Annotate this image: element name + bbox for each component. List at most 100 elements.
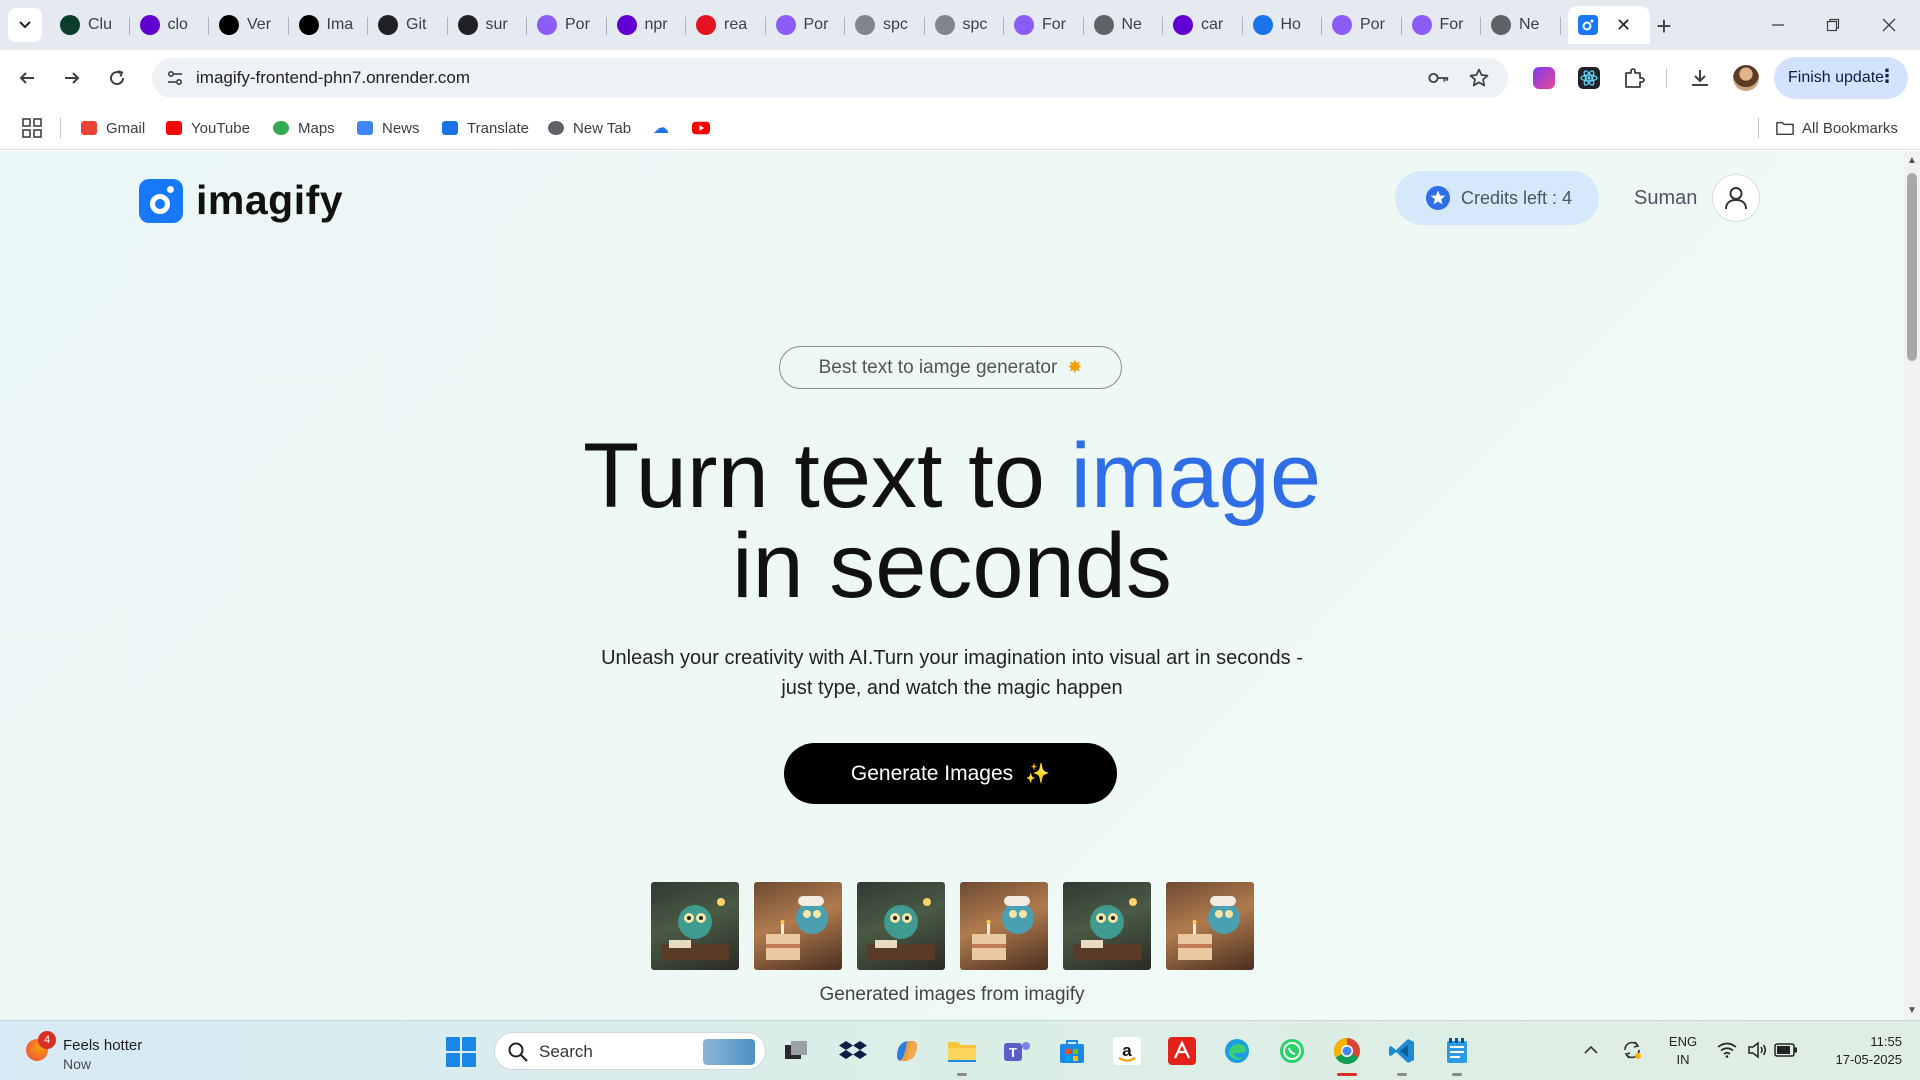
back-button[interactable] bbox=[10, 61, 44, 95]
all-bookmarks-button[interactable]: All Bookmarks bbox=[1776, 116, 1898, 140]
brand-logo[interactable]: imagify bbox=[139, 177, 343, 224]
scrollbar-thumb[interactable] bbox=[1907, 173, 1917, 361]
sample-image-monster-desk[interactable] bbox=[651, 882, 739, 970]
hero-text-line2: in seconds bbox=[732, 515, 1172, 617]
tab-ne[interactable]: Ne bbox=[1084, 6, 1164, 44]
reload-button[interactable] bbox=[100, 61, 134, 95]
tab-active[interactable]: ✕ bbox=[1568, 6, 1650, 44]
weather-widget[interactable]: 4 Feels hotter Now bbox=[26, 1029, 156, 1073]
battery-icon[interactable] bbox=[1774, 1037, 1798, 1063]
sample-image-monster-cake[interactable] bbox=[960, 882, 1048, 970]
sync-icon[interactable] bbox=[1620, 1037, 1644, 1063]
password-key-icon[interactable] bbox=[1428, 67, 1450, 89]
close-window-icon[interactable] bbox=[1874, 10, 1904, 40]
bookmarks-divider-right bbox=[1758, 118, 1759, 138]
bookmark-gmail[interactable]: Gmail bbox=[80, 116, 145, 140]
language-indicator[interactable]: ENG IN bbox=[1666, 1033, 1700, 1069]
address-bar[interactable]: imagify-frontend-phn7.onrender.com bbox=[152, 58, 1508, 98]
search-icon bbox=[508, 1042, 528, 1062]
tab-ver[interactable]: Ver bbox=[209, 6, 289, 44]
notepad-icon[interactable] bbox=[1439, 1033, 1475, 1076]
vscode-icon[interactable] bbox=[1384, 1033, 1420, 1076]
tab-search-button[interactable] bbox=[8, 8, 42, 42]
tab-spc[interactable]: spc bbox=[925, 6, 1005, 44]
taskbar-search[interactable]: Search bbox=[494, 1032, 766, 1070]
system-clock[interactable]: 11:55 17-05-2025 bbox=[1812, 1033, 1903, 1069]
chrome-icon[interactable] bbox=[1329, 1033, 1365, 1076]
show-hidden-icons-chevron-icon[interactable] bbox=[1580, 1037, 1602, 1063]
bookmark-maps[interactable]: Maps bbox=[272, 116, 335, 140]
tab-rea[interactable]: rea bbox=[686, 6, 766, 44]
url-text[interactable]: imagify-frontend-phn7.onrender.com bbox=[196, 68, 470, 88]
generate-images-button[interactable]: Generate Images ✨ bbox=[784, 743, 1117, 804]
bookmark-star-icon[interactable] bbox=[1468, 67, 1490, 89]
tab-for[interactable]: For bbox=[1004, 6, 1084, 44]
extensions-puzzle-icon[interactable] bbox=[1617, 61, 1651, 95]
bookmark-news[interactable]: News bbox=[356, 116, 420, 140]
tab-npr[interactable]: npr bbox=[607, 6, 687, 44]
tab-ima[interactable]: Ima bbox=[289, 6, 369, 44]
tab-clo[interactable]: clo bbox=[130, 6, 210, 44]
tab-clu[interactable]: Clu bbox=[50, 6, 130, 44]
yahoo-icon bbox=[139, 15, 160, 35]
tab-spc[interactable]: spc bbox=[845, 6, 925, 44]
search-highlight-art bbox=[703, 1039, 755, 1065]
edge-icon[interactable] bbox=[1219, 1033, 1255, 1069]
credits-button[interactable]: Credits left : 4 bbox=[1395, 171, 1599, 225]
tab-strip: Clu clo Ver Ima Git sur Por npr rea Por spc spc For N… bbox=[0, 0, 1920, 50]
tab-label: spc bbox=[883, 16, 908, 33]
windows-start-icon[interactable] bbox=[446, 1037, 476, 1067]
whatsapp-icon[interactable] bbox=[1274, 1033, 1310, 1069]
react-devtools-icon[interactable] bbox=[1572, 61, 1606, 95]
finish-update-button[interactable]: Finish update ⋮ bbox=[1774, 57, 1908, 99]
minimize-icon[interactable] bbox=[1763, 10, 1793, 40]
bookmark-extra-2[interactable] bbox=[692, 116, 718, 140]
page-scrollbar[interactable]: ▲ ▼ bbox=[1904, 151, 1920, 1020]
volume-icon[interactable] bbox=[1746, 1037, 1768, 1063]
tab-for[interactable]: For bbox=[1402, 6, 1482, 44]
tab-sur[interactable]: sur bbox=[448, 6, 528, 44]
forward-button[interactable] bbox=[55, 61, 89, 95]
sample-image-monster-cake[interactable] bbox=[754, 882, 842, 970]
copilot-icon[interactable] bbox=[889, 1033, 925, 1069]
tab-car[interactable]: car bbox=[1163, 6, 1243, 44]
tab-git[interactable]: Git bbox=[368, 6, 448, 44]
tab-por[interactable]: Por bbox=[766, 6, 846, 44]
microsoft-store-icon[interactable] bbox=[1054, 1033, 1090, 1069]
file-explorer-icon[interactable] bbox=[944, 1033, 980, 1076]
tab-por[interactable]: Por bbox=[527, 6, 607, 44]
site-info-icon[interactable] bbox=[164, 67, 186, 89]
tab-ne[interactable]: Ne bbox=[1481, 6, 1561, 44]
close-tab-icon[interactable]: ✕ bbox=[1616, 15, 1631, 36]
bookmark-youtube[interactable]: YouTube bbox=[165, 116, 250, 140]
tab-label: Por bbox=[1360, 16, 1385, 33]
clock-date: 17-05-2025 bbox=[1835, 1052, 1903, 1067]
bookmark-extra-1[interactable]: ☁ bbox=[652, 116, 678, 140]
windows-taskbar: 4 Feels hotter Now Search T a ENG IN 11:… bbox=[0, 1020, 1920, 1080]
tab-label: clo bbox=[167, 16, 188, 33]
wifi-icon[interactable] bbox=[1716, 1037, 1738, 1063]
scroll-up-icon[interactable]: ▲ bbox=[1907, 155, 1917, 166]
sample-image-monster-desk[interactable] bbox=[1063, 882, 1151, 970]
amazon-icon[interactable]: a bbox=[1109, 1033, 1145, 1069]
bookmark-label: New Tab bbox=[573, 119, 632, 137]
new-tab-button[interactable]: + bbox=[1650, 11, 1678, 41]
bookmark-new-tab[interactable]: New Tab bbox=[547, 116, 631, 140]
restore-icon[interactable] bbox=[1818, 10, 1848, 40]
profile-avatar-icon[interactable] bbox=[1729, 61, 1763, 95]
extension-purple-icon[interactable] bbox=[1527, 61, 1561, 95]
sample-image-monster-desk[interactable] bbox=[857, 882, 945, 970]
tab-ho[interactable]: Ho bbox=[1243, 6, 1323, 44]
bookmark-translate[interactable]: Translate bbox=[441, 116, 529, 140]
apps-grid-button[interactable] bbox=[22, 116, 42, 140]
downloads-icon[interactable] bbox=[1683, 61, 1717, 95]
globe-icon bbox=[1491, 15, 1511, 35]
sample-image-monster-cake[interactable] bbox=[1166, 882, 1254, 970]
tab-por[interactable]: Por bbox=[1322, 6, 1402, 44]
scroll-down-icon[interactable]: ▼ bbox=[1907, 1005, 1917, 1016]
teams-icon[interactable]: T bbox=[999, 1033, 1035, 1069]
user-avatar[interactable] bbox=[1712, 174, 1760, 222]
dropbox-icon[interactable] bbox=[835, 1033, 871, 1069]
adobe-acrobat-icon[interactable] bbox=[1164, 1033, 1200, 1069]
task-view-icon[interactable] bbox=[778, 1033, 814, 1069]
